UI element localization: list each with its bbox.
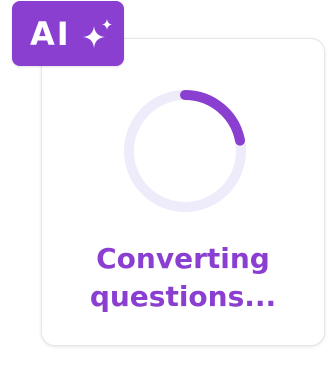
status-line-1: Converting bbox=[96, 242, 270, 275]
ai-badge: AI bbox=[12, 1, 124, 66]
status-line-2: questions... bbox=[89, 280, 277, 313]
status-message: Converting questions... bbox=[41, 240, 325, 316]
sparkle-icon bbox=[81, 17, 115, 51]
progress-ring bbox=[124, 90, 246, 212]
ai-badge-label: AI bbox=[30, 14, 71, 53]
